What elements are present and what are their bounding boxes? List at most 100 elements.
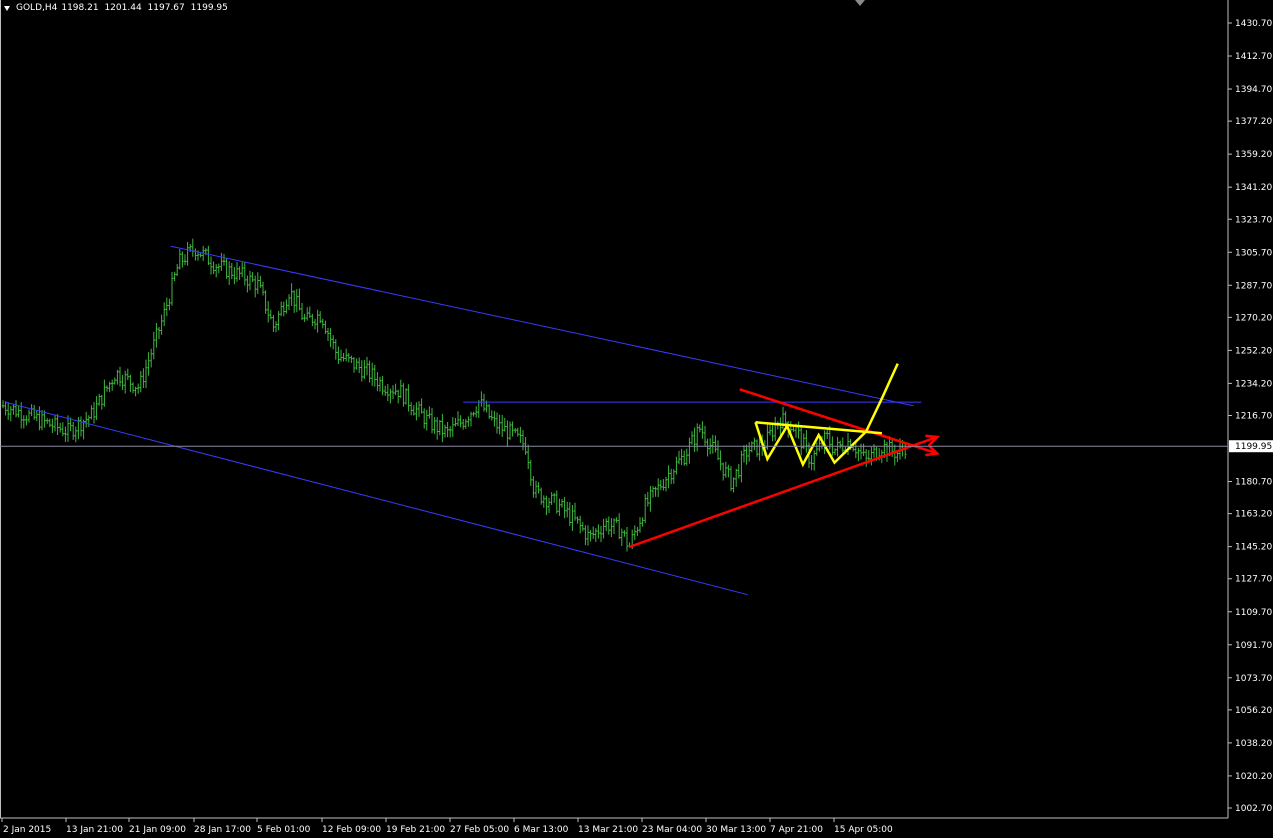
time-tick-label: 6 Mar 13:00 <box>514 825 569 835</box>
price-bar <box>240 262 244 278</box>
price-bar <box>669 468 673 485</box>
price-bar <box>56 414 59 436</box>
price-bar <box>142 368 145 388</box>
price-bar <box>719 450 722 471</box>
price-tick-label: 1020.20 <box>1235 772 1272 782</box>
price-bar <box>35 410 39 422</box>
price-bar <box>363 360 366 379</box>
price-bar <box>773 416 777 441</box>
price-bar <box>129 374 132 393</box>
price-bar <box>454 417 457 427</box>
price-bar <box>490 410 494 421</box>
price-bar <box>841 437 845 454</box>
time-tick-label: 13 Jan 21:00 <box>66 825 123 835</box>
price-bar <box>862 443 865 457</box>
price-bar <box>732 477 735 493</box>
symbol-name: GOLD,H4 <box>16 3 58 13</box>
price-bar <box>160 314 163 335</box>
price-bar <box>225 258 228 279</box>
channel-lower-line[interactable] <box>4 401 748 596</box>
time-tick-label: 23 Mar 04:00 <box>642 825 702 835</box>
channel-upper-line[interactable] <box>170 245 914 407</box>
price-bar <box>199 253 202 258</box>
price-bar <box>126 368 130 381</box>
chart-canvas[interactable]: 1430.70 1412.70 1394.70 1377.20 1359.20 1341.… <box>0 0 1273 838</box>
price-bar <box>685 448 689 466</box>
price-bar <box>27 409 31 423</box>
price-bar <box>181 251 184 268</box>
price-bar <box>690 431 694 445</box>
red-support-trendline[interactable] <box>628 435 938 549</box>
price-bar <box>295 288 299 313</box>
price-bar <box>264 290 267 314</box>
price-bar <box>680 448 683 466</box>
price-bar <box>253 275 257 298</box>
price-bar <box>646 491 650 507</box>
price-bar <box>558 498 561 516</box>
price-tick-label: 1287.70 <box>1235 281 1272 291</box>
price-bar <box>396 389 400 404</box>
price-bar <box>1 400 5 409</box>
red-resistance-trendline[interactable] <box>739 388 938 455</box>
price-bar <box>545 495 548 516</box>
time-tick-label: 21 Jan 09:00 <box>129 825 186 835</box>
price-tick-label: 1430.70 <box>1235 19 1272 29</box>
price-bar <box>95 396 98 421</box>
time-tick-label: 15 Apr 05:00 <box>834 825 893 835</box>
price-bar <box>506 420 509 447</box>
price-bar <box>389 388 392 404</box>
price-tick-label: 1127.70 <box>1235 575 1272 585</box>
price-bar <box>620 528 624 547</box>
price-bar <box>277 311 280 331</box>
price-bar <box>805 430 808 453</box>
price-bar <box>220 252 223 271</box>
price-tick-label: 1002.70 <box>1235 804 1272 814</box>
price-bar <box>12 404 15 415</box>
price-bar <box>703 425 707 447</box>
price-bar <box>753 437 756 451</box>
dropdown-triangle-icon[interactable] <box>4 5 10 11</box>
chart-shift-marker-icon[interactable] <box>855 0 865 6</box>
chart-window[interactable]: 1430.70 1412.70 1394.70 1377.20 1359.20 1341.… <box>0 0 1273 838</box>
price-bar <box>857 447 860 462</box>
price-bar <box>248 270 252 291</box>
price-bar <box>14 400 18 418</box>
price-bar <box>498 414 501 435</box>
price-bar <box>768 423 772 436</box>
price-bar <box>529 459 533 486</box>
price-bar <box>602 518 605 539</box>
price-bar <box>116 369 119 385</box>
price-bar <box>357 357 361 373</box>
price-bar <box>77 417 80 440</box>
price-bar <box>474 406 478 418</box>
price-bar <box>373 364 377 387</box>
price-bar <box>365 356 369 376</box>
time-tick-label: 28 Jan 17:00 <box>194 825 251 835</box>
price-bar <box>589 530 592 542</box>
time-tick-label: 27 Feb 05:00 <box>450 825 509 835</box>
price-bar <box>110 379 114 391</box>
price-bar <box>430 407 434 434</box>
price-bar <box>282 301 286 317</box>
price-bar <box>656 478 660 498</box>
ohlc-readout: 1198.21 1201.44 1197.67 1199.95 <box>61 3 231 13</box>
price-bar <box>571 504 574 531</box>
yellow-pattern-top-line[interactable] <box>755 421 883 435</box>
price-bar <box>864 449 868 467</box>
price-bar <box>233 267 236 285</box>
price-bar <box>734 468 738 487</box>
price-bar <box>568 502 572 526</box>
price-bar <box>586 525 590 546</box>
price-bar <box>61 422 65 437</box>
price-bar <box>368 360 371 383</box>
price-bar <box>594 528 598 543</box>
price-bar <box>495 412 499 434</box>
price-bar <box>352 357 356 373</box>
price-bar <box>25 415 28 426</box>
price-bar <box>516 427 520 437</box>
price-bar <box>469 411 473 427</box>
price-bar <box>238 266 241 280</box>
price-bar <box>326 327 330 341</box>
close-value: 1199.95 <box>190 3 228 13</box>
symbol-header[interactable]: GOLD,H4 1198.21 1201.44 1197.67 1199.95 <box>4 3 231 13</box>
